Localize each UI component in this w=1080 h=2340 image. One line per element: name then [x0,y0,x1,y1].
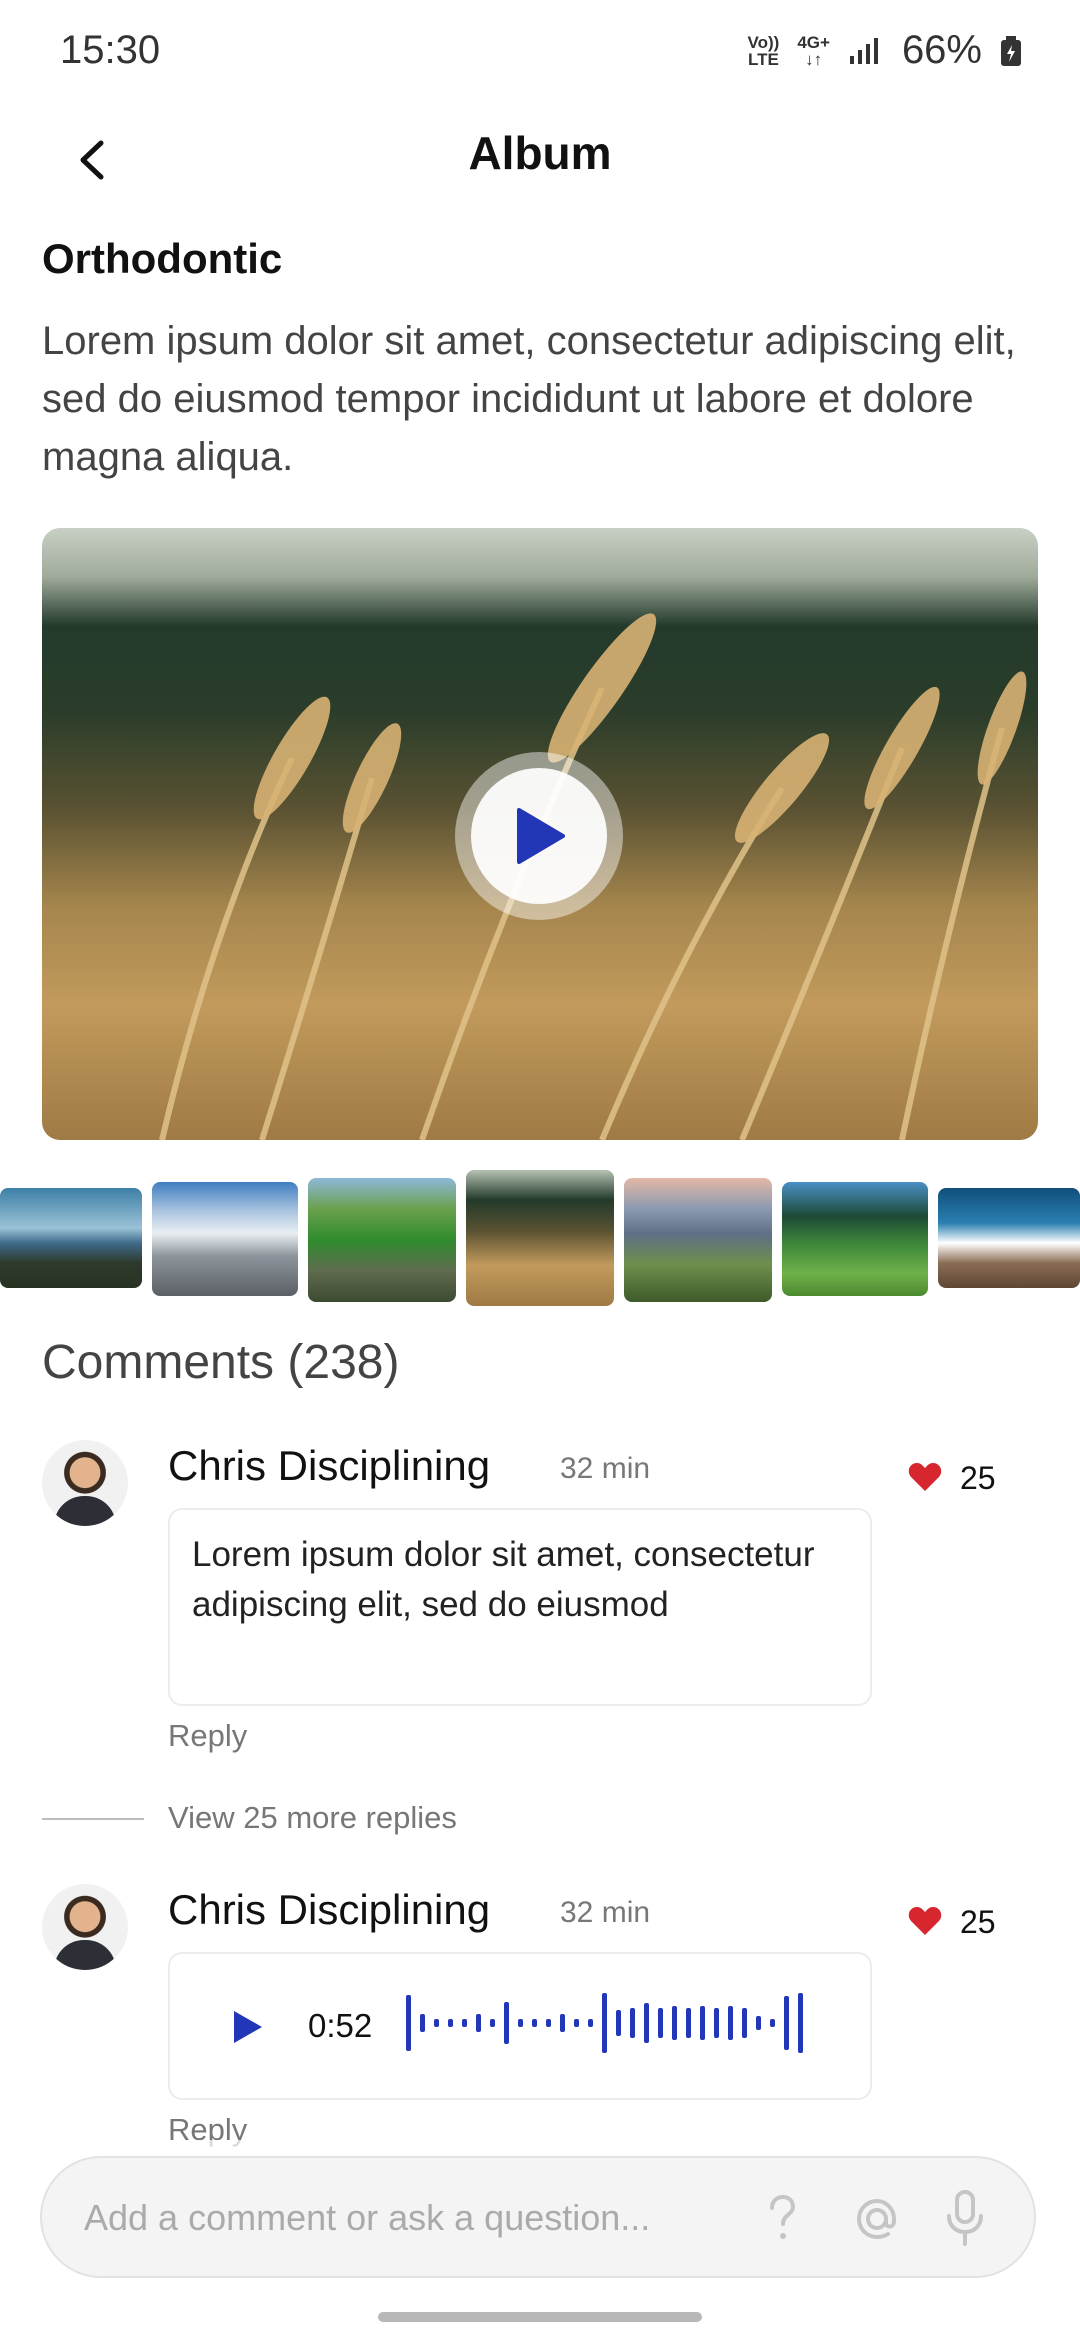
waveform-bar [420,2014,425,2032]
waveform-bar [518,2019,523,2027]
thumbnail[interactable] [0,1188,142,1288]
album-description: Lorem ipsum dolor sit amet, consectetur … [42,319,1016,479]
waveform-bar [434,2019,439,2027]
waveform-bar [504,2002,509,2044]
waveform-bar [770,2019,775,2027]
battery-icon [1001,35,1021,66]
audio-play-icon[interactable] [230,2008,266,2046]
waveform-bar [476,2014,481,2032]
waveform-bar [672,2006,677,2040]
waveform-bar [784,1996,789,2050]
heart-icon[interactable] [908,1462,942,1492]
volte-indicator: Vo)) LTE [747,32,780,69]
waveform-bar [532,2019,537,2027]
comment-time: 32 min [560,1452,651,1485]
audio-duration: 0:52 [308,2007,373,2044]
status-indicators: Vo)) LTE 4G+ ↓↑ 66% [748,28,1022,73]
waveform-bar [714,2008,719,2038]
thumbnail[interactable] [938,1188,1080,1288]
play-button[interactable] [455,752,623,920]
thumbnail[interactable] [308,1178,456,1302]
waveform-bar [462,2019,467,2027]
comment-text: Lorem ipsum dolor sit amet, consectetur … [192,1535,815,1624]
waveform-bar [644,2003,649,2043]
network-indicator: 4G+ ↓↑ [797,32,830,69]
waveform-bar [686,2008,691,2038]
waveform-bar [490,2019,495,2027]
avatar-shirt [54,1496,116,1526]
waveform-bar [448,2019,453,2027]
comment-time: 32 min [560,1896,651,1929]
comment-author[interactable]: Chris Disciplining [168,1886,490,1934]
waveform-bar [756,2016,761,2030]
play-icon [517,808,565,864]
like-count: 25 [960,1904,996,1940]
waveform-bar [602,1993,607,2053]
comment-input[interactable] [82,2158,766,2278]
microphone-icon[interactable] [942,2188,988,2248]
view-more-replies[interactable]: View 25 more replies [168,1800,457,1836]
reply-button[interactable]: Reply [168,1718,247,1754]
page-title: Album [468,127,612,179]
avatar[interactable] [42,1440,128,1526]
signal-icon [849,37,878,64]
question-icon[interactable] [762,2194,802,2244]
waveform-bar [588,2019,593,2027]
waveform-bar [728,2006,733,2040]
waveform-bar [798,1993,803,2053]
comment-author[interactable]: Chris Disciplining [168,1442,490,1490]
divider-line [42,1818,144,1820]
play-button-inner [471,768,607,904]
waveform-bar [658,2008,663,2038]
waveform-bar [546,2019,551,2027]
comment-composer [40,2156,1036,2278]
thumbnail-selected[interactable] [466,1170,614,1306]
waveform-bar [700,2006,705,2040]
waveform-bar [574,2019,579,2027]
thumbnail[interactable] [152,1182,298,1296]
waveform-bar [616,2010,621,2036]
album-name: Orthodontic [42,235,283,282]
avatar-shirt [54,1940,116,1970]
at-sign-icon[interactable] [850,2192,904,2246]
audio-waveform[interactable] [402,1990,822,2056]
heart-icon[interactable] [908,1906,942,1936]
avatar[interactable] [42,1884,128,1970]
thumbnail[interactable] [624,1178,772,1302]
home-indicator [378,2312,702,2322]
comments-heading: Comments (238) [42,1336,400,1389]
waveform-bar [742,2008,747,2038]
waveform-bar [630,2008,635,2038]
battery-percentage: 66% [901,28,982,72]
waveform-bar [560,2014,565,2032]
thumbnail-strip [0,1170,1080,1310]
waveform-bar [406,1995,411,2051]
thumbnail[interactable] [782,1182,928,1296]
like-count: 25 [960,1460,996,1496]
status-time: 15:30 [60,28,161,72]
